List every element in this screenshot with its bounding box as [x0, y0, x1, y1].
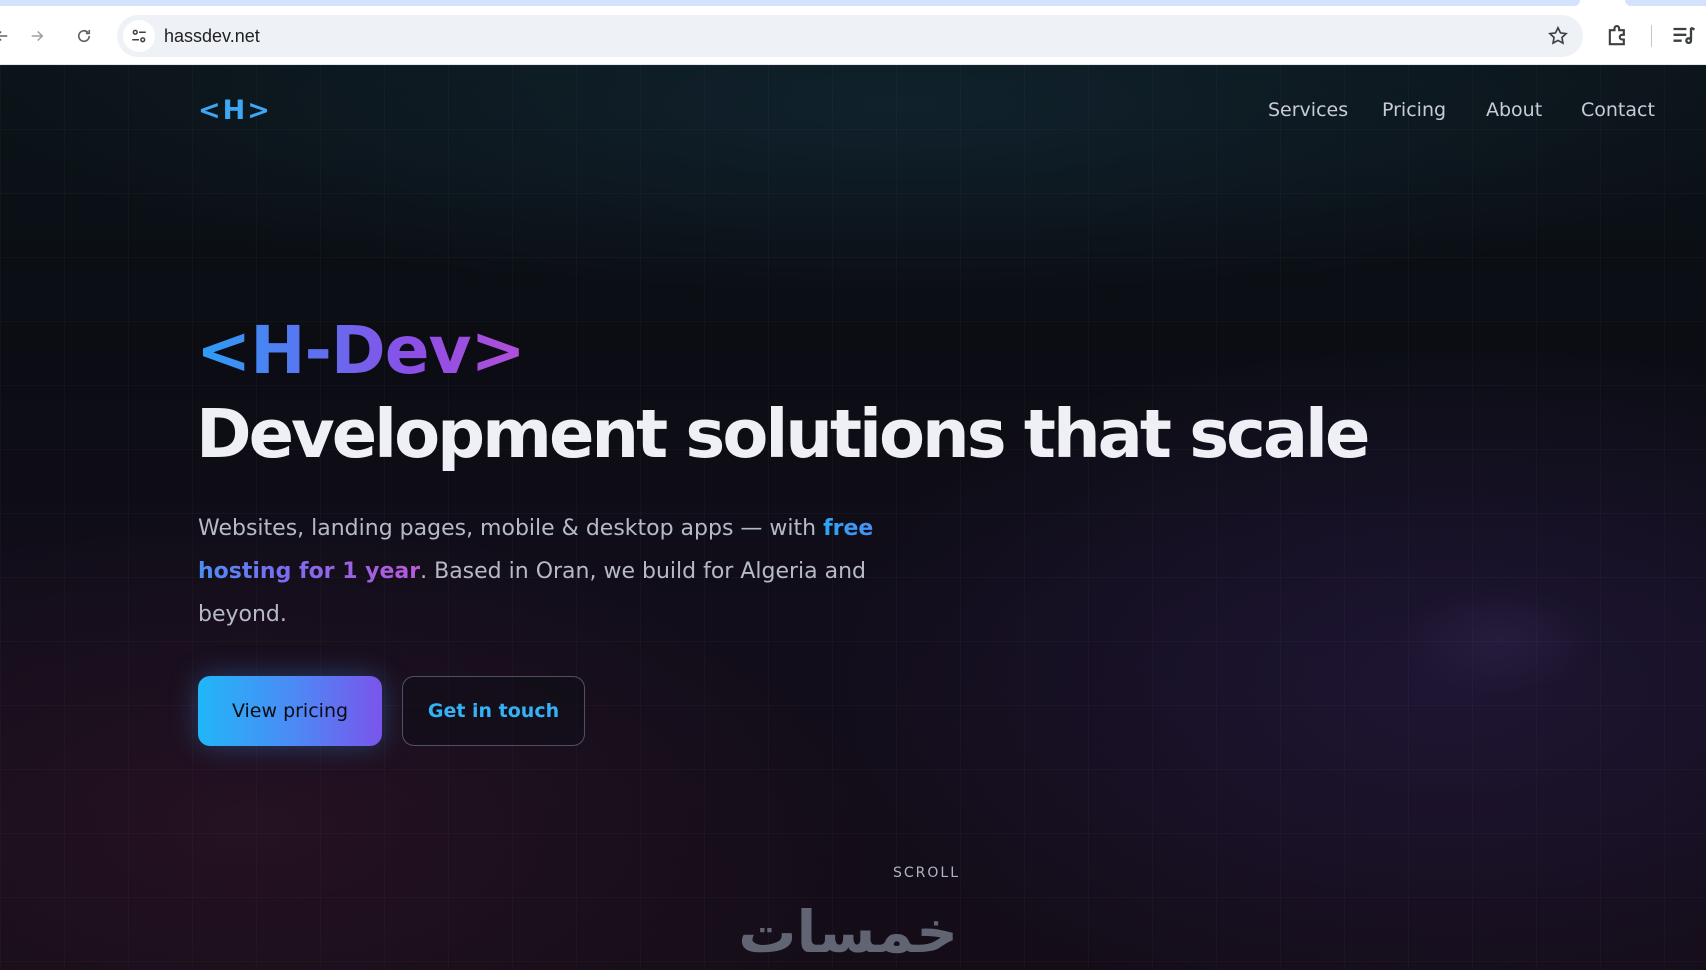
tab-strip-edge-right	[1625, 0, 1706, 6]
toolbar-divider	[1651, 25, 1652, 47]
address-bar[interactable]: hassdev.net	[117, 15, 1583, 57]
arrow-left-icon	[0, 30, 8, 42]
url-text[interactable]: hassdev.net	[164, 26, 260, 47]
background-glow	[1400, 585, 1600, 695]
star-icon[interactable]	[1547, 25, 1569, 47]
nav-link-pricing[interactable]: Pricing	[1382, 99, 1446, 121]
browser-toolbar: hassdev.net	[0, 0, 1706, 65]
hero-lead: Websites, landing pages, mobile & deskto…	[198, 507, 878, 636]
site-logo[interactable]: <H>	[198, 95, 272, 126]
nav-link-about[interactable]: About	[1486, 99, 1542, 121]
scroll-indicator[interactable]: SCROLL	[893, 865, 960, 881]
back-button[interactable]	[0, 20, 18, 52]
khamsat-watermark: خمسات	[738, 898, 958, 966]
reload-button[interactable]	[68, 20, 100, 52]
forward-button[interactable]	[21, 20, 53, 52]
reload-icon	[77, 29, 91, 43]
media-control-icon[interactable]	[1670, 22, 1698, 50]
nav-link-contact[interactable]: Contact	[1581, 99, 1655, 121]
puzzle-icon[interactable]	[1604, 22, 1632, 50]
tab-strip-edge	[0, 0, 1580, 6]
site-settings-icon	[132, 29, 146, 43]
website-page: <H> Services Pricing About Contact <H-De…	[0, 65, 1706, 970]
view-pricing-button[interactable]: View pricing	[198, 676, 382, 746]
hero-headline: Development solutions that scale	[196, 395, 1370, 473]
arrow-right-icon	[31, 30, 44, 42]
get-in-touch-button[interactable]: Get in touch	[402, 676, 585, 746]
hero-brand: <H-Dev>	[196, 312, 526, 389]
lead-text-start: Websites, landing pages, mobile & deskto…	[198, 516, 824, 541]
nav-link-services[interactable]: Services	[1268, 99, 1348, 121]
site-info-button[interactable]	[123, 20, 155, 52]
